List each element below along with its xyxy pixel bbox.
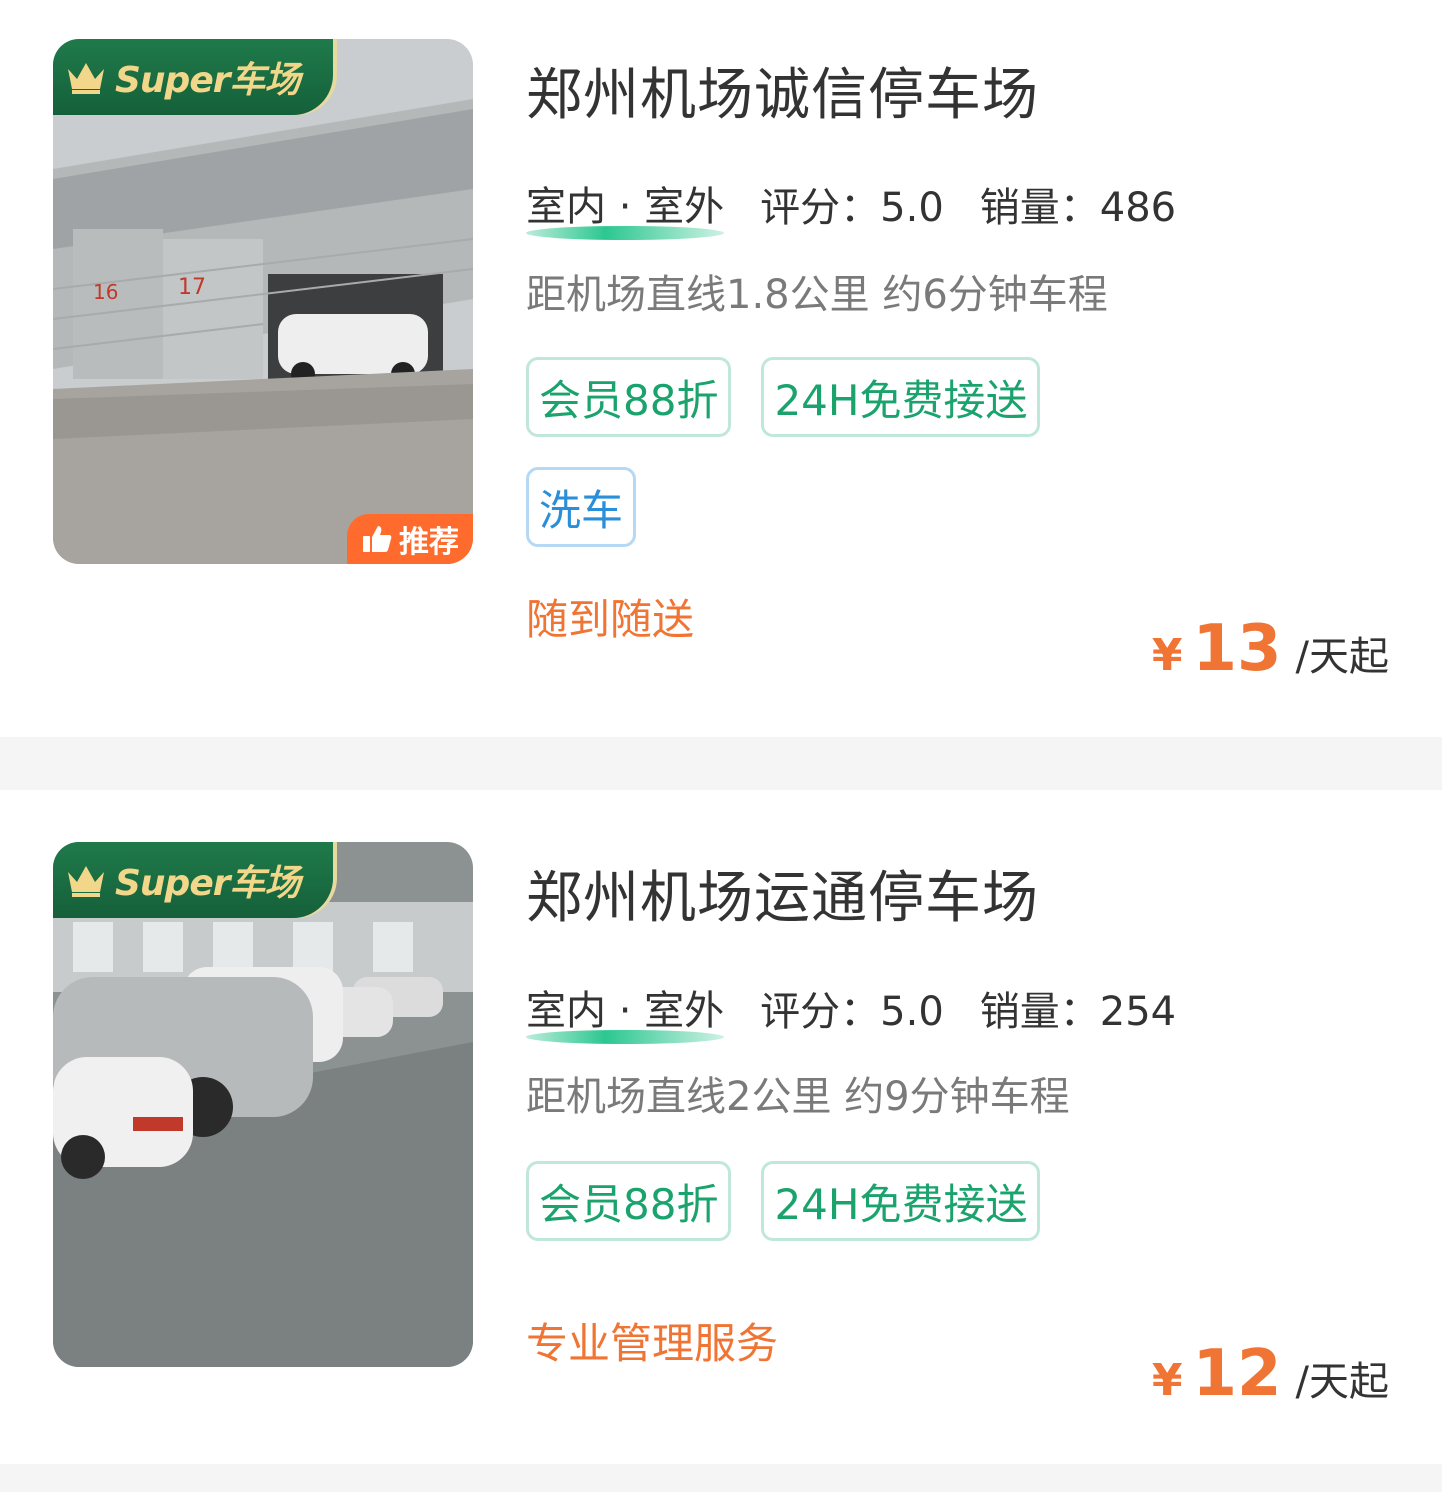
recommend-badge: 推荐	[347, 514, 473, 564]
rating: 评分：5.0	[760, 989, 944, 1035]
crown-icon	[68, 866, 104, 897]
sales-count: 销量：254	[979, 989, 1177, 1035]
distance-info: 距机场直线1.8公里 约6分钟车程	[526, 272, 1108, 318]
sales-count: 销量：486	[979, 185, 1177, 231]
tag-member-discount: 会员88折	[526, 357, 732, 437]
currency-symbol: ¥	[1151, 1355, 1183, 1406]
price-unit: /天起	[1295, 634, 1389, 680]
parking-lot-card[interactable]: Super车场 郑州机场运通停车场 室内 · 室外 评分：5.0 销量：254 …	[0, 790, 1442, 1464]
parking-lot-photo[interactable]: Super车场	[53, 842, 473, 1367]
garage-photo: 16 17	[53, 39, 473, 564]
recommend-label: 推荐	[399, 525, 459, 560]
tag-free-shuttle: 24H免费接送	[761, 357, 1041, 437]
rating: 评分：5.0	[760, 185, 944, 231]
price-value: 12	[1192, 1337, 1282, 1411]
slogan: 随到随送	[526, 595, 695, 644]
parking-lot-meta: 室内 · 室外 评分：5.0 销量：254	[526, 978, 1212, 1044]
service-tags: 会员88折 24H免费接送	[526, 1161, 1086, 1241]
thumbs-up-icon	[363, 526, 392, 552]
parking-lot-photo[interactable]: 16 17 Super车场 推荐	[53, 39, 473, 564]
super-badge-label: Super车场	[115, 60, 300, 101]
price-unit: /天起	[1295, 1359, 1389, 1405]
parking-lot-card[interactable]: 16 17 Super车场 推荐 郑州机场诚信停车场 室内 · 室外 评分：5.…	[0, 0, 1442, 737]
service-tags: 会员88折 24H免费接送 洗车	[526, 357, 1086, 547]
parking-lot-meta: 室内 · 室外 评分：5.0 销量：486	[526, 174, 1212, 240]
svg-text:16: 16	[93, 280, 118, 304]
parking-lot-title[interactable]: 郑州机场运通停车场	[526, 853, 1039, 934]
slogan: 专业管理服务	[526, 1319, 779, 1368]
parking-lot-title[interactable]: 郑州机场诚信停车场	[526, 50, 1039, 131]
super-parking-badge: Super车场	[53, 842, 333, 918]
price-value: 13	[1192, 612, 1282, 686]
super-parking-badge: Super车场	[53, 39, 333, 115]
tag-car-wash: 洗车	[526, 467, 637, 547]
price: ¥ 12 /天起	[1152, 1337, 1389, 1411]
svg-text:17: 17	[178, 275, 206, 300]
location-type: 室内 · 室外	[526, 978, 725, 1044]
currency-symbol: ¥	[1151, 630, 1183, 681]
price: ¥ 13 /天起	[1152, 612, 1389, 686]
parking-garage-photo	[53, 842, 473, 1367]
distance-info: 距机场直线2公里 约9分钟车程	[526, 1074, 1070, 1120]
super-badge-label: Super车场	[115, 863, 300, 904]
tag-member-discount: 会员88折	[526, 1161, 732, 1241]
tag-free-shuttle: 24H免费接送	[761, 1161, 1041, 1241]
crown-icon	[68, 63, 104, 94]
location-type: 室内 · 室外	[526, 174, 725, 240]
